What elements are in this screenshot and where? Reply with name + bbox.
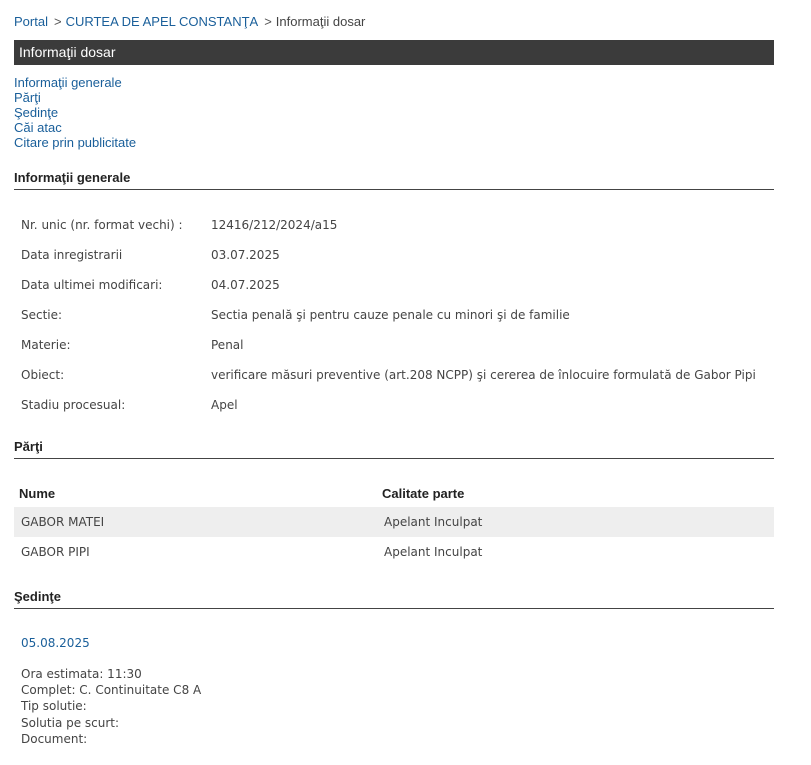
sedinta-details: Ora estimata: 11:30 Complet: C. Continui… [21, 666, 201, 747]
info-label: Sectie: [21, 308, 63, 322]
breadcrumb-separator: > [53, 14, 62, 29]
column-header-calitate: Calitate parte [382, 485, 465, 501]
section-nav: Informaţii generale Părţi Şedinţe Căi at… [14, 75, 136, 150]
section-title-parti: Părţi [14, 439, 774, 459]
info-value: Penal [211, 338, 244, 352]
info-row: Stadiu procesual: Apel [14, 390, 774, 420]
sedinta-document: Document: [21, 731, 88, 746]
section-title-sedinte: Şedinţe [14, 589, 774, 609]
info-value: 03.07.2025 [211, 248, 280, 262]
nav-link-cai-atac[interactable]: Căi atac [14, 120, 136, 135]
sedinta-date: 05.08.2025 [21, 636, 90, 650]
party-name: GABOR PIPI [21, 545, 90, 559]
info-value: Sectia penală şi pentru cauze penale cu … [211, 308, 570, 322]
general-info-table: Nr. unic (nr. format vechi) : 12416/212/… [14, 210, 774, 420]
page-title-bar: Informaţii dosar [14, 40, 774, 65]
info-row: Obiect: verificare măsuri preventive (ar… [14, 360, 774, 390]
sedinta-complet: Complet: C. Continuitate C8 A [21, 683, 202, 698]
nav-link-informatii-generale[interactable]: Informaţii generale [14, 75, 136, 90]
info-row: Data ultimei modificari: 04.07.2025 [14, 270, 774, 300]
breadcrumb: Portal > CURTEA DE APEL CONSTANŢA > Informaţ… [14, 14, 365, 29]
page: Portal > CURTEA DE APEL CONSTANŢA > Informaţ… [0, 0, 811, 765]
table-row: GABOR MATEI Apelant Inculpat [14, 507, 774, 537]
info-value: 12416/212/2024/a15 [211, 218, 338, 232]
info-value: 04.07.2025 [211, 278, 280, 292]
party-role: Apelant Inculpat [377, 507, 774, 537]
page-title: Informaţii dosar [19, 44, 116, 60]
parti-header-row: Nume Calitate parte [14, 479, 774, 507]
nav-link-parti[interactable]: Părţi [14, 90, 136, 105]
info-row: Data inregistrarii 03.07.2025 [14, 240, 774, 270]
info-row: Materie: Penal [14, 330, 774, 360]
info-value: verificare măsuri preventive (art.208 NC… [211, 368, 756, 382]
info-row: Nr. unic (nr. format vechi) : 12416/212/… [14, 210, 774, 240]
sedinta-ora-estimata: Ora estimata: 11:30 [21, 667, 142, 681]
info-label: Stadiu procesual: [21, 398, 126, 412]
info-row: Sectie: Sectia penală şi pentru cauze pe… [14, 300, 774, 330]
party-role: Apelant Inculpat [384, 545, 483, 559]
info-label: Nr. unic (nr. format vechi) : [21, 218, 183, 232]
breadcrumb-separator: > [264, 14, 272, 29]
parti-table: Nume Calitate parte GABOR MATEI Apelant … [14, 479, 774, 567]
nav-link-sedinte[interactable]: Şedinţe [14, 105, 136, 120]
table-row: GABOR PIPI Apelant Inculpat [14, 537, 774, 567]
section-title-general: Informaţii generale [14, 170, 774, 190]
breadcrumb-portal-link[interactable]: Portal [14, 14, 48, 29]
sedinta-tip-solutie: Tip solutie: [21, 699, 87, 714]
column-header-nume: Nume [19, 485, 56, 501]
sedinta-solutie-scurt: Solutia pe scurt: [21, 715, 120, 730]
info-label: Data inregistrarii [21, 248, 123, 262]
nav-link-citare-publicitate[interactable]: Citare prin publicitate [14, 135, 136, 150]
info-value: Apel [211, 398, 238, 412]
info-label: Materie: [21, 338, 71, 352]
breadcrumb-court-link[interactable]: CURTEA DE APEL CONSTANŢA [66, 14, 259, 29]
breadcrumb-current: Informaţii dosar [275, 14, 366, 29]
party-name: GABOR MATEI [14, 507, 377, 537]
info-label: Data ultimei modificari: [21, 278, 163, 292]
info-label: Obiect: [21, 368, 65, 382]
